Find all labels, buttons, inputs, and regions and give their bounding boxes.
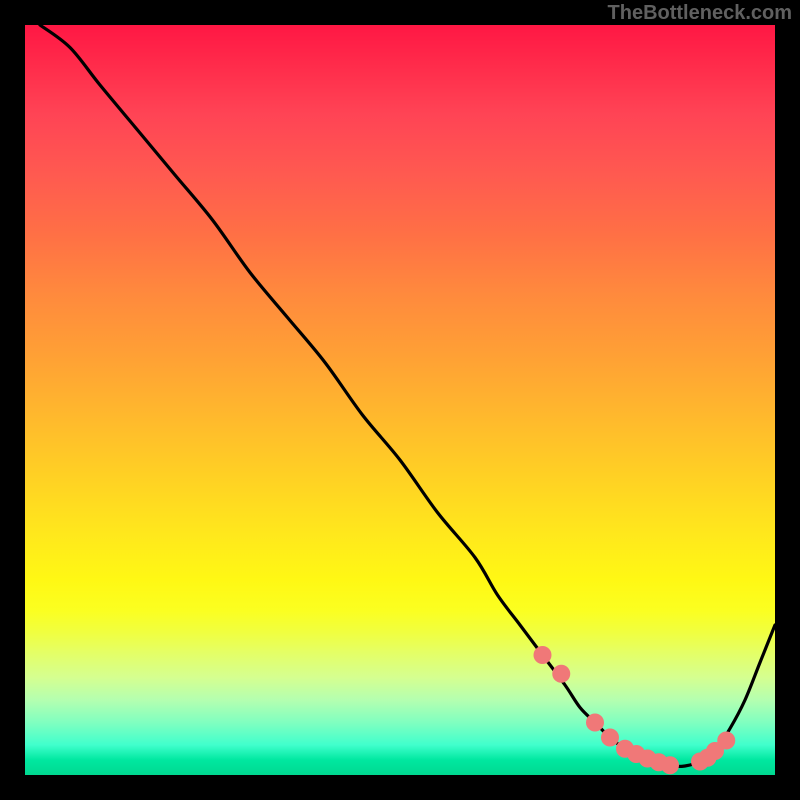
- marker-dots: [534, 646, 736, 774]
- marker-dot: [601, 729, 619, 747]
- marker-dot: [661, 756, 679, 774]
- chart-svg: [25, 25, 775, 775]
- plot-area: [25, 25, 775, 775]
- watermark-text: TheBottleneck.com: [608, 2, 792, 25]
- marker-dot: [717, 732, 735, 750]
- marker-dot: [534, 646, 552, 664]
- marker-dot: [552, 665, 570, 683]
- marker-dot: [586, 714, 604, 732]
- curve-line: [40, 25, 775, 766]
